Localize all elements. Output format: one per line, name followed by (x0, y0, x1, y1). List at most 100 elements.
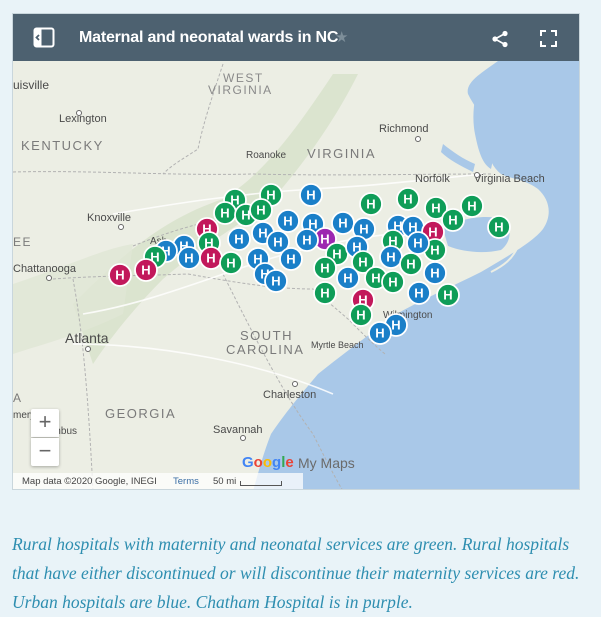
place-label-norfolk: Norfolk (415, 173, 450, 185)
pin-letter: H (258, 226, 267, 241)
pin-letter: H (356, 308, 365, 323)
pin-letter: H (448, 213, 457, 228)
place-label-richmond: Richmond (379, 123, 429, 135)
pin-letter: H (320, 261, 329, 276)
pin-letter: H (226, 256, 235, 271)
pin-letter: H (343, 271, 352, 286)
rural-hospital-pin[interactable]: H (219, 251, 243, 275)
pin-letter: H (443, 288, 452, 303)
urban-hospital-pin[interactable]: H (368, 321, 392, 345)
urban-hospital-pin[interactable]: H (295, 228, 319, 252)
pin-letter: H (431, 201, 440, 216)
pin-letter: H (320, 286, 329, 301)
urban-hospital-pin[interactable]: H (299, 183, 323, 207)
map-caption: Rural hospitals with maternity and neona… (12, 534, 580, 612)
pin-letter: H (320, 232, 329, 247)
pin-letter: H (414, 286, 423, 301)
attribution-bar: Map data ©2020 Google, INEGI Terms 50 mi (13, 473, 303, 489)
map-title: Maternal and neonatal wards in NC (79, 29, 339, 46)
rural-hospital-pin[interactable]: H (381, 270, 405, 294)
google-logo: Google (242, 454, 294, 471)
place-label-lexington: Lexington (59, 113, 107, 125)
pin-letter: H (338, 216, 347, 231)
pin-letter: H (413, 236, 422, 251)
place-label-atlanta: Atlanta (65, 330, 109, 346)
city-dot (415, 136, 421, 142)
rural-hospital-pin[interactable]: H (349, 303, 373, 327)
zoom-in-button[interactable]: + (31, 409, 59, 437)
scale-label: 50 mi (213, 476, 237, 487)
pin-letter: H (388, 275, 397, 290)
urban-hospital-pin[interactable]: H (331, 211, 355, 235)
pin-letter: H (386, 250, 395, 265)
urban-hospital-pin[interactable]: H (264, 269, 288, 293)
urban-hospital-pin[interactable]: H (227, 227, 251, 251)
city-dot (76, 110, 82, 116)
rural-hospital-pin[interactable]: H (460, 194, 484, 218)
pin-letter: H (430, 266, 439, 281)
pin-letter: H (406, 257, 415, 272)
city-dot (85, 346, 91, 352)
urban-hospital-pin[interactable]: H (177, 246, 201, 270)
discontinued-hospital-pin[interactable]: H (108, 263, 132, 287)
pin-letter: H (371, 271, 380, 286)
pin-letter: H (302, 233, 311, 248)
urban-hospital-pin[interactable]: H (276, 209, 300, 233)
pin-letter: H (359, 222, 368, 237)
layers-panel-icon[interactable] (33, 27, 55, 48)
scale-bar (240, 481, 282, 486)
place-label-virginia: VIRGINIA (307, 146, 376, 161)
rural-hospital-pin[interactable]: H (213, 201, 237, 225)
city-dot (474, 172, 480, 178)
embedded-map[interactable]: Maternal and neonatal wards in NC ★ uisv… (12, 13, 580, 490)
urban-hospital-pin[interactable]: H (423, 261, 447, 285)
pin-letter: H (115, 268, 124, 283)
place-label-west-virginia-2: VIRGINIA (208, 83, 273, 97)
discontinued-hospital-pin[interactable]: H (199, 246, 223, 270)
pin-letter: H (271, 274, 280, 289)
urban-hospital-pin[interactable]: H (379, 245, 403, 269)
place-label-tennessee: EE (13, 235, 32, 249)
city-dot (46, 275, 52, 281)
star-icon[interactable]: ★ (335, 28, 348, 46)
place-label-georgia: GEORGIA (105, 406, 176, 421)
zoom-out-button[interactable]: − (31, 438, 59, 466)
place-label-alabama: A (13, 391, 21, 405)
rural-hospital-pin[interactable]: H (487, 215, 511, 239)
place-label-knoxville: Knoxville (87, 212, 131, 224)
discontinued-hospital-pin[interactable]: H (134, 258, 158, 282)
rural-hospital-pin[interactable]: H (313, 256, 337, 280)
map-canvas[interactable]: uisville WEST VIRGINIA Lexington Richmon… (13, 61, 580, 490)
rural-hospital-pin[interactable]: H (441, 208, 465, 232)
pin-letter: H (358, 255, 367, 270)
pin-letter: H (375, 326, 384, 341)
place-label-virginia-beach: Virginia Beach (474, 173, 545, 185)
pin-letter: H (494, 220, 503, 235)
urban-hospital-pin[interactable]: H (406, 231, 430, 255)
rural-hospital-pin[interactable]: H (359, 192, 383, 216)
share-icon[interactable] (491, 30, 509, 48)
terms-link[interactable]: Terms (173, 476, 199, 487)
place-label-roanoke: Roanoke (246, 150, 286, 161)
pin-letter: H (403, 192, 412, 207)
place-label-myrtle-beach: Myrtle Beach (311, 340, 364, 350)
rural-hospital-pin[interactable]: H (436, 283, 460, 307)
pin-letter: H (256, 203, 265, 218)
fullscreen-icon[interactable] (540, 30, 557, 47)
urban-hospital-pin[interactable]: H (336, 266, 360, 290)
place-label-chattanooga: Chattanooga (13, 263, 77, 275)
pin-letter: H (141, 263, 150, 278)
pin-letter: H (467, 199, 476, 214)
pin-letter: H (234, 232, 243, 247)
urban-hospital-pin[interactable]: H (407, 281, 431, 305)
rural-hospital-pin[interactable]: H (396, 187, 420, 211)
pin-letter: H (391, 318, 400, 333)
rural-hospital-pin[interactable]: H (313, 281, 337, 305)
pin-letter: H (286, 252, 295, 267)
urban-hospital-pin[interactable]: H (279, 247, 303, 271)
rural-hospital-pin[interactable]: H (249, 198, 273, 222)
rural-hospital-pin[interactable]: H (399, 252, 423, 276)
place-label-south-carolina-1: SOUTH (240, 328, 293, 343)
pin-letter: H (273, 235, 282, 250)
city-dot (118, 224, 124, 230)
